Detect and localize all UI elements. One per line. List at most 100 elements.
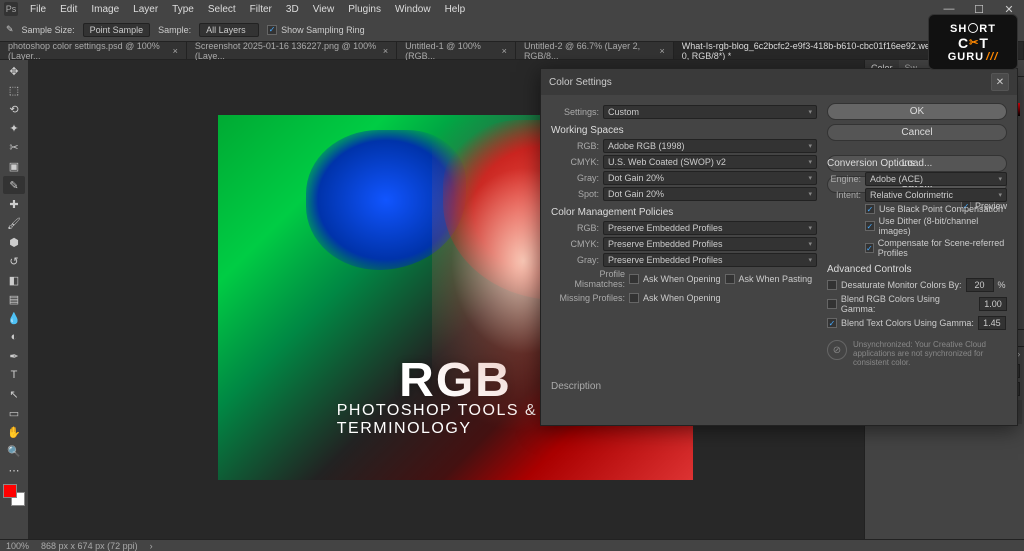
sample-select[interactable]: All Layers — [199, 23, 259, 37]
bpc-check[interactable]: ✓Use Black Point Compensation — [865, 204, 1007, 214]
wand-tool[interactable]: ✦ — [3, 119, 25, 137]
color-swatches[interactable] — [3, 484, 25, 506]
menu-plugins[interactable]: Plugins — [342, 4, 387, 15]
marquee-tool[interactable]: ⬚ — [3, 81, 25, 99]
app-logo: Ps — [4, 2, 18, 16]
status-chevron[interactable]: › — [150, 541, 153, 551]
eyedropper-tool[interactable]: ✎ — [3, 176, 25, 194]
menu-bar: Ps File Edit Image Layer Type Select Fil… — [0, 0, 1024, 18]
show-ring-check[interactable]: ✓Show Sampling Ring — [267, 25, 365, 35]
close-icon[interactable]: × — [659, 46, 664, 56]
zoom-tool[interactable]: 🔍 — [3, 442, 25, 460]
dialog-close[interactable]: ✕ — [991, 73, 1009, 91]
history-brush-tool[interactable]: ↺ — [3, 252, 25, 270]
gray-select[interactable]: Dot Gain 20% — [603, 171, 817, 185]
rgb-select[interactable]: Adobe RGB (1998) — [603, 139, 817, 153]
mismatch-label: Profile Mismatches: — [551, 269, 625, 289]
mismatch-open-check[interactable]: Ask When Opening — [629, 274, 721, 284]
cancel-button[interactable]: Cancel — [827, 124, 1007, 141]
p-gray-label: Gray: — [551, 255, 599, 265]
engine-select[interactable]: Adobe (ACE) — [865, 172, 1007, 186]
policy-gray-select[interactable]: Preserve Embedded Profiles — [603, 253, 817, 267]
dialog-title: Color Settings — [549, 77, 612, 88]
move-tool[interactable]: ✥ — [3, 62, 25, 80]
description-head: Description — [551, 381, 1007, 392]
sample-size-label: Sample Size: — [22, 25, 75, 35]
shape-tool[interactable]: ▭ — [3, 404, 25, 422]
options-bar: ✎ Sample Size: Point Sample Sample: All … — [0, 18, 1024, 42]
menu-view[interactable]: View — [307, 4, 341, 15]
type-tool[interactable]: T — [3, 366, 25, 384]
spot-select[interactable]: Dot Gain 20% — [603, 187, 817, 201]
artwork-subtitle: PHOTOSHOP TOOLS & TERMINOLOGY — [337, 402, 575, 438]
scene-check[interactable]: ✓Compensate for Scene-referred Profiles — [865, 238, 1007, 258]
menu-edit[interactable]: Edit — [54, 4, 83, 15]
crop-tool[interactable]: ✂ — [3, 138, 25, 156]
stamp-tool[interactable]: ⬢ — [3, 233, 25, 251]
close-icon[interactable]: × — [173, 46, 178, 56]
missing-open-check[interactable]: Ask When Opening — [629, 293, 721, 303]
ok-button[interactable]: OK — [827, 103, 1007, 120]
sample-size-select[interactable]: Point Sample — [83, 23, 151, 37]
desat-check[interactable]: Desaturate Monitor Colors By:% — [827, 278, 1007, 292]
doc-tab[interactable]: Untitled-1 @ 100% (RGB...× — [397, 42, 516, 59]
policy-cmyk-select[interactable]: Preserve Embedded Profiles — [603, 237, 817, 251]
gradient-tool[interactable]: ▤ — [3, 290, 25, 308]
lasso-tool[interactable]: ⟲ — [3, 100, 25, 118]
settings-select[interactable]: Custom — [603, 105, 817, 119]
doc-dims: 868 px x 674 px (72 ppi) — [41, 541, 138, 551]
sync-note: ⊘Unsynchronized: Your Creative Cloud app… — [827, 340, 1007, 367]
desat-input[interactable] — [966, 278, 994, 292]
sync-icon: ⊘ — [827, 340, 847, 360]
artwork-title: RGB — [399, 353, 512, 408]
pen-tool[interactable]: ✒ — [3, 347, 25, 365]
blend-txt-check[interactable]: ✓Blend Text Colors Using Gamma: — [827, 316, 1007, 330]
spot-label: Spot: — [551, 189, 599, 199]
blend-rgb-input[interactable] — [979, 297, 1007, 311]
eraser-tool[interactable]: ◧ — [3, 271, 25, 289]
gray-label: Gray: — [551, 173, 599, 183]
menu-select[interactable]: Select — [202, 4, 242, 15]
cmyk-select[interactable]: U.S. Web Coated (SWOP) v2 — [603, 155, 817, 169]
menu-image[interactable]: Image — [85, 4, 125, 15]
p-cmyk-label: CMYK: — [551, 239, 599, 249]
more-tools[interactable]: ⋯ — [3, 461, 25, 479]
path-tool[interactable]: ↖ — [3, 385, 25, 403]
doc-tab[interactable]: photoshop color settings.psd @ 100% (Lay… — [0, 42, 187, 59]
menu-layer[interactable]: Layer — [127, 4, 164, 15]
mismatch-paste-check[interactable]: Ask When Pasting — [725, 274, 813, 284]
intent-select[interactable]: Relative Colorimetric — [865, 188, 1007, 202]
close-icon[interactable]: × — [383, 46, 388, 56]
adv-ctrl-head: Advanced Controls — [827, 264, 1007, 275]
blend-txt-input[interactable] — [978, 316, 1006, 330]
engine-label: Engine: — [827, 174, 861, 184]
close-icon[interactable]: × — [502, 46, 507, 56]
menu-3d[interactable]: 3D — [280, 4, 305, 15]
working-spaces-head: Working Spaces — [551, 125, 817, 136]
sample-label: Sample: — [158, 25, 191, 35]
fg-color[interactable] — [3, 484, 17, 498]
dither-check[interactable]: ✓Use Dither (8-bit/channel images) — [865, 216, 1007, 236]
menu-window[interactable]: Window — [389, 4, 437, 15]
hand-tool[interactable]: ✋ — [3, 423, 25, 441]
menu-help[interactable]: Help — [439, 4, 472, 15]
heal-tool[interactable]: ✚ — [3, 195, 25, 213]
menu-type[interactable]: Type — [166, 4, 200, 15]
intent-label: Intent: — [827, 190, 861, 200]
brush-tool[interactable]: 🖌 — [3, 214, 25, 232]
dodge-tool[interactable]: ◐ — [3, 328, 25, 346]
missing-label: Missing Profiles: — [551, 293, 625, 303]
menu-filter[interactable]: Filter — [244, 4, 278, 15]
doc-tab[interactable]: Screenshot 2025-01-16 136227.png @ 100% … — [187, 42, 397, 59]
tool-bar: ✥ ⬚ ⟲ ✦ ✂ ▣ ✎ ✚ 🖌 ⬢ ↺ ◧ ▤ 💧 ◐ ✒ T ↖ ▭ ✋ … — [0, 60, 28, 539]
zoom-level[interactable]: 100% — [6, 541, 29, 551]
brand-logo: SHRT C✂T GURU/// — [928, 14, 1018, 70]
menu-file[interactable]: File — [24, 4, 52, 15]
settings-label: Settings: — [551, 107, 599, 117]
frame-tool[interactable]: ▣ — [3, 157, 25, 175]
policy-rgb-select[interactable]: Preserve Embedded Profiles — [603, 221, 817, 235]
blend-rgb-check[interactable]: Blend RGB Colors Using Gamma: — [827, 294, 1007, 314]
doc-tab[interactable]: Untitled-2 @ 66.7% (Layer 2, RGB/8...× — [516, 42, 674, 59]
blur-tool[interactable]: 💧 — [3, 309, 25, 327]
color-settings-dialog: Color Settings ✕ Settings: Custom Working… — [540, 68, 1018, 426]
